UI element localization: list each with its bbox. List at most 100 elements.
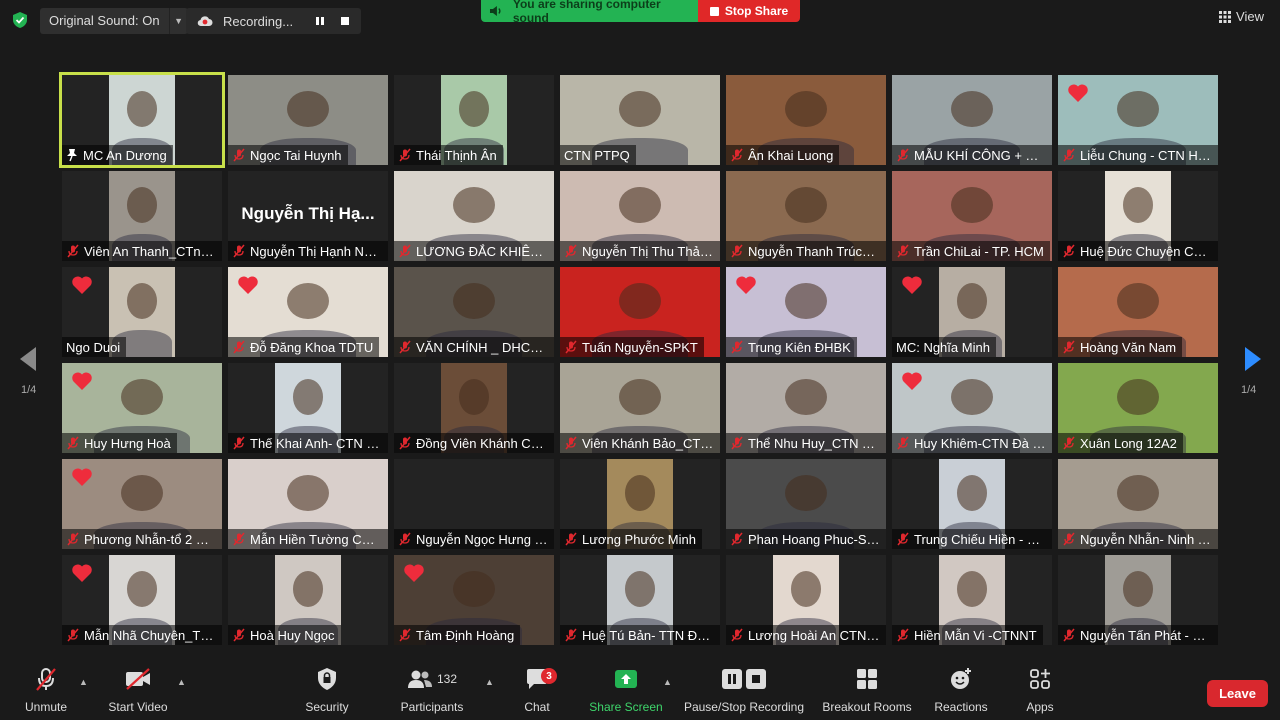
chevron-up-icon[interactable]: ▲	[79, 677, 88, 687]
participant-tile[interactable]: Huy Hưng Hoà	[62, 363, 222, 453]
participant-tile[interactable]: MC: Nghĩa Minh	[892, 267, 1052, 357]
participant-name: Thể Nhu Huy_CTN TP...	[748, 435, 880, 451]
unmute-label[interactable]: Unmute	[16, 700, 76, 714]
chevron-up-icon[interactable]: ▲	[177, 677, 186, 687]
apps-button[interactable]: Apps	[1018, 665, 1062, 714]
participant-tile[interactable]: Tâm Định Hoàng	[394, 555, 554, 645]
participant-head	[121, 379, 163, 416]
reactions-label[interactable]: Reactions	[930, 700, 992, 714]
participant-tile[interactable]: Nguyễn Thị Hạ... Nguyễn Thị Hạnh Ngu...	[228, 171, 388, 261]
next-page-arrow-icon[interactable]	[1243, 345, 1263, 378]
participant-tile[interactable]: Lương Hoài An CTNM...	[726, 555, 886, 645]
participant-tile[interactable]: Đồng Viên Khánh CTN...	[394, 363, 554, 453]
participant-tile[interactable]: Tuấn Nguyễn-SPKT	[560, 267, 720, 357]
participant-name: Nguyễn Ngọc Hưng -S...	[416, 531, 548, 547]
participant-display-name: Nguyễn Thị Hạ...	[241, 204, 375, 223]
heart-reaction-icon	[72, 564, 92, 582]
participant-tile[interactable]: Huệ Đức Chuyên CTN ...	[1058, 171, 1218, 261]
view-button[interactable]: View	[1219, 9, 1264, 24]
participant-name-tag: Tâm Định Hoàng	[394, 625, 521, 645]
previous-page-arrow-icon[interactable]	[18, 345, 38, 378]
leave-button[interactable]: Leave	[1207, 680, 1268, 707]
stop-recording-icon[interactable]	[336, 12, 354, 30]
participant-tile[interactable]: Thái Thịnh Ân	[394, 75, 554, 165]
participants-button[interactable]: 132 Participants	[396, 665, 468, 714]
participant-tile[interactable]: Ngọc Tai Huynh	[228, 75, 388, 165]
participant-tile[interactable]: Nguyễn Thị Thu Thảo ...	[560, 171, 720, 261]
pause-stop-recording-label[interactable]: Pause/Stop Recording	[682, 700, 806, 714]
participant-head	[785, 91, 827, 128]
participant-tile[interactable]: MẪU KHÍ CÔNG + THI...	[892, 75, 1052, 165]
participant-tile[interactable]: MC An Dương	[59, 72, 225, 168]
participant-tile[interactable]: Phương Nhẫn-tổ 2 CTN	[62, 459, 222, 549]
mic-muted-icon	[897, 244, 909, 258]
participant-tile[interactable]: Trần ChiLai - TP. HCM	[892, 171, 1052, 261]
start-video-button[interactable]: Start Video	[104, 665, 172, 714]
participant-tile[interactable]: Xuân Long 12A2	[1058, 363, 1218, 453]
mic-muted-icon	[731, 628, 743, 642]
participant-tile[interactable]: Lương Phước Minh	[560, 459, 720, 549]
participant-tile[interactable]: LƯƠNG ĐẮC KHIÊM-C...	[394, 171, 554, 261]
participant-name-tag: Đỗ Đăng Khoa TDTU	[228, 337, 380, 357]
participant-tile[interactable]: Hiền Mẫn Vi -CTNNT	[892, 555, 1052, 645]
participant-tile[interactable]: Huy Khiêm-CTN Đà Lạt	[892, 363, 1052, 453]
participant-tile[interactable]: Thể Nhu Huy_CTN TP...	[726, 363, 886, 453]
mic-muted-icon	[897, 436, 909, 450]
participant-head	[619, 379, 661, 416]
reactions-button[interactable]: Reactions	[930, 665, 992, 714]
participant-tile[interactable]: Nguyễn Thanh Trúc_S...	[726, 171, 886, 261]
stop-share-button[interactable]: Stop Share	[698, 0, 800, 22]
chevron-down-icon[interactable]: ▼	[168, 8, 188, 34]
participant-tile[interactable]: Mẫn Hiền Tường CTN ...	[228, 459, 388, 549]
security-button[interactable]: Security	[300, 665, 354, 714]
original-sound-label[interactable]: Original Sound: On	[40, 8, 169, 34]
pause-stop-recording-button[interactable]: Pause/Stop Recording	[682, 665, 806, 714]
participant-name: Hoà Huy Ngọc	[250, 627, 335, 643]
stop-share-label[interactable]: Stop Share	[725, 4, 788, 18]
participant-name-tag: CTN PTPQ	[560, 145, 636, 165]
security-label[interactable]: Security	[300, 700, 354, 714]
participant-tile[interactable]: Ngo Duoi	[62, 267, 222, 357]
participant-tile[interactable]: Trung Chiếu Hiền - CT...	[892, 459, 1052, 549]
view-label[interactable]: View	[1236, 9, 1264, 24]
chevron-up-icon[interactable]: ▲	[663, 677, 672, 687]
apps-label[interactable]: Apps	[1018, 700, 1062, 714]
pause-recording-icon[interactable]	[311, 12, 329, 30]
chat-label[interactable]: Chat	[514, 700, 560, 714]
participant-tile[interactable]: Đỗ Đăng Khoa TDTU	[228, 267, 388, 357]
participant-tile[interactable]: Ân Khai Luong	[726, 75, 886, 165]
participant-name-tag: Huy Khiêm-CTN Đà Lạt	[892, 433, 1052, 453]
spotlight-pin-icon	[67, 149, 77, 162]
share-screen-button[interactable]: Share Screen	[588, 665, 664, 714]
participant-tile[interactable]: Phan Hoang Phuc-SPKT	[726, 459, 886, 549]
participant-tile[interactable]: Viên Khánh Bảo_CTN ...	[560, 363, 720, 453]
participant-tile[interactable]: Trung Kiên ĐHBK	[726, 267, 886, 357]
participant-name-tag: Phan Hoang Phuc-SPKT	[726, 529, 886, 549]
encryption-shield-icon[interactable]	[11, 11, 29, 29]
pause-icon	[722, 669, 742, 689]
participant-tile[interactable]: Nguyễn Ngọc Hưng -S...	[394, 459, 554, 549]
breakout-rooms-button[interactable]: Breakout Rooms	[820, 665, 914, 714]
original-sound-dropdown[interactable]: Original Sound: On ▼	[40, 8, 188, 34]
participant-head	[951, 91, 993, 128]
chevron-up-icon[interactable]: ▲	[485, 677, 494, 687]
breakout-rooms-label[interactable]: Breakout Rooms	[820, 700, 914, 714]
apps-icon	[1030, 669, 1050, 689]
participant-tile[interactable]: Liễu Chung - CTN HCM	[1058, 75, 1218, 165]
participant-tile[interactable]: Thế Khai Anh- CTN Vĩ...	[228, 363, 388, 453]
participant-tile[interactable]: Nguyễn Tấn Phát - 20...	[1058, 555, 1218, 645]
participant-tile[interactable]: Mẫn Nhã Chuyên_Tổ 3...	[62, 555, 222, 645]
participants-label[interactable]: Participants	[396, 700, 468, 714]
unmute-button[interactable]: Unmute	[16, 665, 76, 714]
share-screen-label[interactable]: Share Screen	[588, 700, 664, 714]
participant-name: MẪU KHÍ CÔNG + THI...	[914, 147, 1046, 163]
start-video-label[interactable]: Start Video	[104, 700, 172, 714]
participant-tile[interactable]: Viên An Thanh_CTn Đà...	[62, 171, 222, 261]
participant-tile[interactable]: VĂN CHÍNH _ DHCN (I...	[394, 267, 554, 357]
participant-tile[interactable]: CTN PTPQ	[560, 75, 720, 165]
participant-tile[interactable]: Hoà Huy Ngọc	[228, 555, 388, 645]
participant-tile[interactable]: Nguyễn Nhẫn- Ninh T...	[1058, 459, 1218, 549]
mic-muted-icon	[731, 532, 743, 546]
participant-tile[interactable]: Huệ Tú Bản- TTN Đức-...	[560, 555, 720, 645]
participant-tile[interactable]: Hoàng Văn Nam	[1058, 267, 1218, 357]
